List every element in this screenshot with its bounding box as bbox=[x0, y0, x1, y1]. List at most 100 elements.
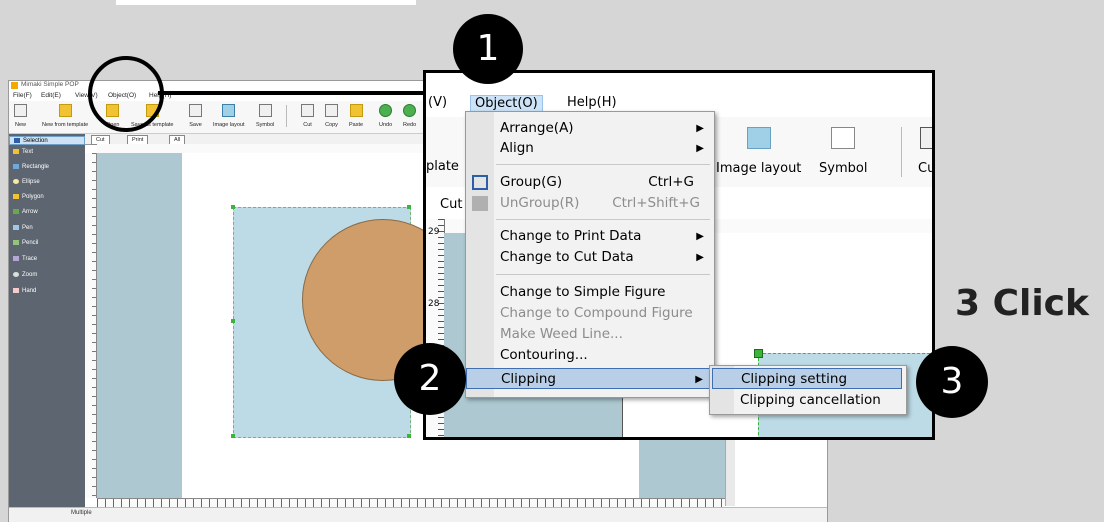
rectangle-icon bbox=[13, 163, 19, 169]
tool-pencil[interactable]: Pencil bbox=[9, 239, 85, 248]
menu-item-align[interactable]: Align ▶ bbox=[466, 138, 714, 159]
submenu-arrow-icon: ▶ bbox=[696, 252, 704, 263]
step-1-badge: 1 bbox=[453, 14, 523, 84]
new-button[interactable]: New bbox=[14, 104, 27, 128]
clipping-submenu: Clipping setting Clipping cancellation bbox=[709, 365, 907, 415]
menu-item-change-to-compound-figure: Change to Compound Figure bbox=[500, 305, 693, 321]
menu-file[interactable]: File(F) bbox=[13, 92, 32, 99]
magnifier-icon bbox=[13, 271, 19, 277]
menu-item-change-to-simple-figure[interactable]: Change to Simple Figure bbox=[466, 282, 714, 303]
paste-button[interactable]: Paste bbox=[349, 104, 363, 128]
menu-item-contouring[interactable]: Contouring... bbox=[466, 345, 714, 366]
tool-trace[interactable]: Trace bbox=[9, 255, 85, 264]
redo-icon bbox=[403, 104, 417, 117]
submenu-arrow-icon: ▶ bbox=[696, 231, 704, 242]
symbol-button[interactable]: Symbol bbox=[256, 104, 274, 128]
zoom-menu-object[interactable]: Object(O) bbox=[470, 95, 543, 112]
step-2-badge: 2 bbox=[394, 343, 466, 415]
ruler-label: 28 bbox=[428, 299, 440, 309]
tool-zoom[interactable]: Zoom bbox=[9, 271, 85, 280]
menu-item-clipping[interactable]: Clipping ▶ bbox=[466, 368, 714, 389]
arrow-icon bbox=[13, 208, 19, 214]
status-text: Multiple bbox=[71, 510, 92, 516]
tool-ellipse[interactable]: Ellipse bbox=[9, 178, 85, 187]
scissors-icon bbox=[301, 104, 314, 117]
toolbar-divider bbox=[286, 105, 287, 127]
cut-button[interactable]: Cut bbox=[301, 104, 314, 128]
submenu-arrow-icon: ▶ bbox=[695, 374, 703, 385]
save-button[interactable]: Save bbox=[189, 104, 202, 128]
hand-icon bbox=[13, 287, 19, 293]
tool-pen[interactable]: Pen bbox=[9, 224, 85, 233]
ellipse-icon bbox=[13, 178, 19, 184]
symbol-icon bbox=[831, 127, 856, 149]
bottom-ruler bbox=[97, 498, 725, 507]
redo-button[interactable]: Redo bbox=[403, 104, 416, 128]
symbol-icon bbox=[258, 104, 272, 117]
resize-handle[interactable] bbox=[754, 349, 763, 358]
menu-separator bbox=[496, 274, 710, 275]
menu-item-clipping-cancellation[interactable]: Clipping cancellation bbox=[712, 390, 902, 411]
zoom-menu-help[interactable]: Help(H) bbox=[567, 95, 617, 110]
top-white-strip bbox=[116, 0, 416, 5]
text-icon bbox=[13, 148, 19, 154]
app-logo-icon bbox=[11, 82, 18, 89]
menu-item-change-to-print-data[interactable]: Change to Print Data ▶ bbox=[466, 226, 714, 247]
menu-item-ungroup: UnGroup(R) Ctrl+Shift+G bbox=[466, 193, 714, 214]
highlight-ring bbox=[88, 56, 164, 132]
print-area-left bbox=[97, 153, 182, 498]
zoom-symbol-button[interactable]: Symbol bbox=[819, 127, 867, 176]
menu-item-clipping-setting[interactable]: Clipping setting bbox=[712, 368, 902, 389]
menu-item-change-to-cut-data[interactable]: Change to Cut Data ▶ bbox=[466, 247, 714, 268]
tool-selection[interactable]: Selection bbox=[9, 136, 85, 145]
image-icon bbox=[746, 127, 771, 149]
zoom-menu-view[interactable]: (V) bbox=[428, 95, 447, 110]
callout-connector bbox=[158, 91, 424, 95]
undo-icon bbox=[379, 104, 393, 117]
zoom-cut-button[interactable]: Cu bbox=[918, 127, 932, 176]
app-title: Mimaki Simple POP bbox=[21, 81, 79, 88]
menu-item-group[interactable]: Group(G) Ctrl+G bbox=[466, 172, 714, 193]
resize-handle[interactable] bbox=[407, 434, 411, 438]
copy-button[interactable]: Copy bbox=[325, 104, 338, 128]
save-icon bbox=[189, 104, 202, 117]
resize-handle[interactable] bbox=[231, 319, 235, 323]
tool-arrow[interactable]: Arrow bbox=[9, 208, 85, 217]
tool-polygon[interactable]: Polygon bbox=[9, 193, 85, 202]
resize-handle[interactable] bbox=[231, 434, 235, 438]
pen-icon bbox=[13, 224, 19, 230]
object-menu: Arrange(A) ▶ Align ▶ Group(G) Ctrl+G UnGrou… bbox=[465, 111, 715, 398]
paste-icon bbox=[349, 104, 363, 117]
submenu-arrow-icon: ▶ bbox=[696, 143, 704, 154]
ungroup-icon bbox=[472, 196, 488, 211]
new-from-template-button[interactable]: New from template bbox=[42, 104, 88, 128]
vertical-ruler bbox=[85, 153, 97, 498]
scissors-icon bbox=[919, 127, 932, 149]
submenu-arrow-icon: ▶ bbox=[696, 123, 704, 134]
group-icon bbox=[472, 175, 488, 190]
menu-edit[interactable]: Edit(E) bbox=[41, 92, 61, 99]
menu-separator bbox=[496, 219, 710, 220]
template-icon bbox=[58, 104, 72, 117]
tool-rectangle[interactable]: Rectangle bbox=[9, 163, 85, 172]
zoom-template-button[interactable]: plate bbox=[426, 159, 459, 174]
click-instruction-label: 3 Click bbox=[955, 283, 1089, 324]
tool-text[interactable]: Text bbox=[9, 148, 85, 157]
star-icon bbox=[13, 193, 19, 199]
copy-icon bbox=[325, 104, 338, 117]
resize-handle[interactable] bbox=[407, 205, 411, 209]
image-icon bbox=[222, 104, 236, 117]
image-layout-button[interactable]: Image layout bbox=[213, 104, 245, 128]
toolbar-divider bbox=[901, 127, 902, 177]
resize-handle[interactable] bbox=[231, 205, 235, 209]
step-3-badge: 3 bbox=[916, 346, 988, 418]
tool-hand[interactable]: Hand bbox=[9, 287, 85, 296]
zoom-image-layout-button[interactable]: Image layout bbox=[716, 127, 801, 176]
menu-item-make-weed-line: Make Weed Line... bbox=[500, 326, 623, 342]
zoom-tab-cut[interactable]: Cut bbox=[440, 197, 462, 212]
tool-palette: Selection Text Rectangle Ellipse Polygon… bbox=[9, 134, 85, 521]
undo-button[interactable]: Undo bbox=[379, 104, 392, 128]
new-icon bbox=[14, 104, 27, 117]
menu-item-arrange[interactable]: Arrange(A) ▶ bbox=[466, 118, 714, 139]
ruler-label: 29 bbox=[428, 227, 440, 237]
